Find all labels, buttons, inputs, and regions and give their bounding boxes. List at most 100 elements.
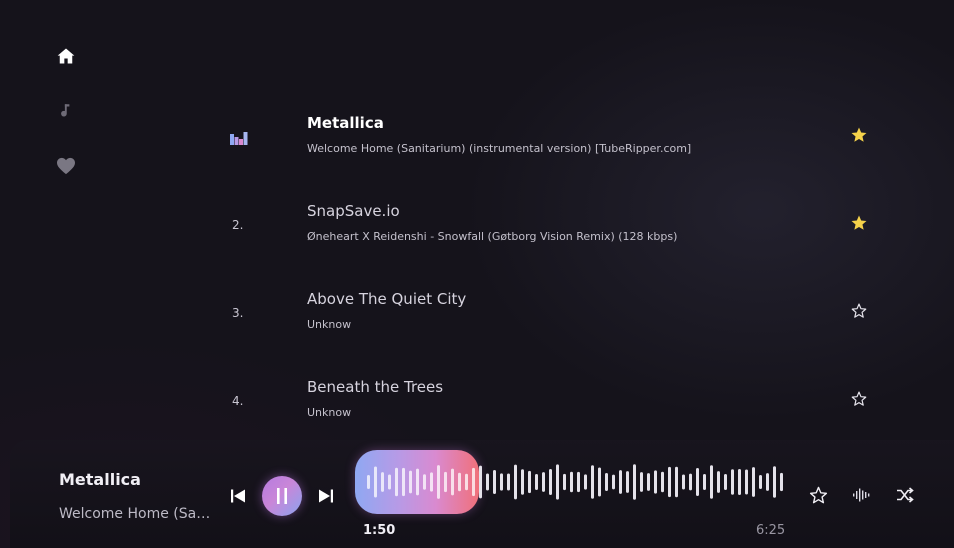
shuffle-button[interactable]	[894, 484, 916, 506]
waveform-bar	[451, 468, 454, 496]
waveform-seekbar[interactable]	[355, 450, 787, 516]
waveform-bar	[710, 465, 713, 499]
nav-favorites[interactable]	[52, 152, 80, 180]
waveform-bar	[703, 473, 706, 491]
waveform-bar	[696, 468, 699, 496]
waveform-bar	[724, 474, 727, 490]
track-row-1[interactable]: Metallica Welcome Home (Sanitarium) (ins…	[220, 102, 880, 172]
waveform-bar	[444, 471, 447, 493]
track-number: 2.	[232, 218, 244, 232]
star-outline-icon	[809, 486, 827, 503]
waveform-bar	[430, 472, 433, 492]
waveform-bar	[486, 473, 489, 491]
nav-home[interactable]	[52, 42, 80, 70]
waveform-bar	[374, 466, 377, 498]
track-title: Metallica	[307, 114, 384, 132]
waveform-bar	[626, 471, 629, 493]
waveform-bar	[647, 473, 650, 491]
waveform-bars	[367, 464, 783, 500]
nav-music[interactable]	[52, 97, 80, 125]
skip-next-icon	[319, 489, 333, 503]
music-note-icon	[61, 104, 70, 117]
waveform-bar	[500, 473, 503, 491]
heart-icon	[57, 157, 75, 175]
waveform-bar	[563, 473, 566, 491]
track-title: SnapSave.io	[307, 202, 400, 220]
track-row-2[interactable]: 2. SnapSave.io Øneheart X Reidenshi - Sn…	[220, 190, 880, 260]
waveform-bar	[689, 473, 692, 491]
track-artist: Øneheart X Reidenshi - Snowfall (Gøtborg…	[307, 230, 678, 243]
waveform-bar	[395, 467, 398, 497]
waveform-bar	[388, 474, 391, 490]
waveform-bar	[780, 472, 783, 492]
waveform-bar	[640, 472, 643, 492]
track-row-3[interactable]: 3. Above The Quiet City Unknow	[220, 278, 880, 348]
waveform-bar	[738, 469, 741, 495]
waveform-icon	[853, 488, 870, 502]
waveform-bar	[514, 464, 517, 500]
favorite-button[interactable]	[807, 484, 829, 506]
waveform-bar	[619, 470, 622, 494]
waveform-bar	[542, 472, 545, 492]
next-button[interactable]	[316, 486, 336, 506]
waveform-bar	[472, 467, 475, 497]
waveform-bar	[479, 465, 482, 499]
previous-button[interactable]	[228, 486, 248, 506]
track-row-4[interactable]: 4. Beneath the Trees Unknow	[220, 366, 880, 436]
waveform-bar	[549, 469, 552, 495]
waveform-bar	[584, 474, 587, 490]
waveform-bar	[465, 473, 468, 491]
skip-previous-icon	[231, 489, 245, 503]
waveform-bar	[598, 467, 601, 497]
track-artist: Unknow	[307, 318, 352, 331]
waveform-bar	[507, 473, 510, 491]
waveform-bar	[682, 474, 685, 490]
star-outline-icon[interactable]	[850, 390, 868, 408]
waveform-bar	[423, 474, 426, 490]
waveform-bar	[675, 466, 678, 498]
waveform-bar	[633, 464, 636, 500]
waveform-bar	[577, 471, 580, 493]
star-filled-icon[interactable]	[850, 126, 868, 144]
pause-icon	[277, 488, 287, 504]
waveform-bar	[605, 472, 608, 492]
waveform-bar	[752, 467, 755, 497]
waveform-bar	[409, 470, 412, 494]
home-icon	[57, 48, 75, 64]
waveform-bar	[556, 464, 559, 500]
shuffle-icon	[897, 487, 914, 503]
waveform-bar	[661, 471, 664, 493]
pause-button[interactable]	[262, 476, 302, 516]
waveform-bar	[668, 466, 671, 498]
waveform-bar	[402, 467, 405, 497]
now-playing-artist: Welcome Home (Sanitarium) (instrumental …	[59, 506, 211, 522]
waveform-bar	[381, 472, 384, 492]
waveform-bar	[521, 469, 524, 495]
waveform-bar	[416, 468, 419, 496]
now-playing-title: Metallica	[59, 470, 141, 489]
waveform-bar	[458, 472, 461, 492]
total-time: 6:25	[756, 523, 786, 538]
waveform-bar	[437, 465, 440, 499]
waveform-bar	[367, 475, 370, 489]
waveform-bar	[528, 470, 531, 494]
star-filled-icon[interactable]	[850, 214, 868, 232]
waveform-bar	[759, 474, 762, 490]
waveform-bar	[745, 469, 748, 495]
star-outline-icon[interactable]	[850, 302, 868, 320]
waveform-bar	[612, 474, 615, 490]
waveform-bar	[773, 466, 776, 498]
waveform-bar	[591, 465, 594, 499]
waveform-bar	[766, 473, 769, 491]
current-time: 1:50	[363, 523, 396, 538]
track-number: 4.	[232, 394, 244, 408]
track-number: 3.	[232, 306, 244, 320]
waveform-bar	[493, 470, 496, 494]
waveform-bar	[731, 469, 734, 495]
visualizer-button[interactable]	[851, 485, 873, 505]
track-title: Above The Quiet City	[307, 290, 467, 308]
track-title: Beneath the Trees	[307, 378, 444, 396]
waveform-bar	[717, 471, 720, 493]
waveform-bar	[654, 470, 657, 494]
waveform-bar	[535, 473, 538, 491]
